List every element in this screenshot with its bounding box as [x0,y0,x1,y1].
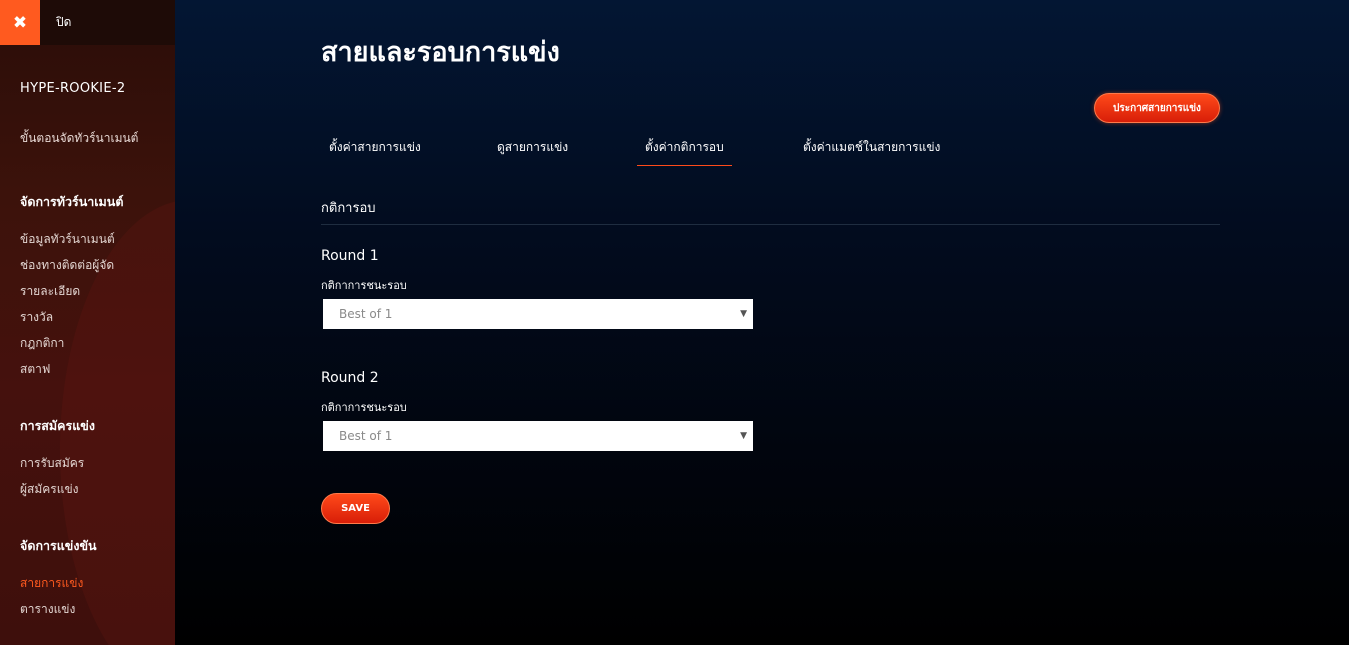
tab-view-bracket[interactable]: ดูสายการแข่ง [489,132,576,166]
select-value: Best of 1 [339,429,393,443]
field-label: กติกาการชนะรอบ [321,401,407,414]
tournament-name: HYPE-ROOKIE-2 [20,81,126,96]
save-button[interactable]: SAVE [321,493,390,524]
sidebar-item-rules[interactable]: กฎกติกา [20,330,175,356]
sidebar-item-staff[interactable]: สตาฟ [20,356,175,382]
sidebar-item-schedule[interactable]: ตารางแข่ง [20,596,175,622]
sidebar-section-title: จัดการทัวร์นาเมนต์ [20,194,124,209]
sidebar-section-title: จัดการแข่งขัน [20,538,97,553]
chevron-down-icon: ▼ [740,431,747,441]
sidebar: ✖ ปิด HYPE-ROOKIE-2 ขั้นตอนจัดทัวร์นาเมน… [0,0,175,645]
field-label: กติกาการชนะรอบ [321,279,407,292]
sidebar-section-title: การสมัครแข่ง [20,418,95,433]
section-divider [321,224,1220,225]
round-label: Round 2 [321,370,379,386]
page-title: สายและรอบการแข่ง [321,37,560,68]
tab-bracket-settings[interactable]: ตั้งค่าสายการแข่ง [321,132,429,166]
close-icon[interactable]: ✖ [0,0,40,45]
sidebar-list-competition: สายการแข่ง ตารางแข่ง [20,570,175,622]
tab-round-rules[interactable]: ตั้งค่ากติการอบ [637,132,732,166]
sidebar-list-manage: ข้อมูลทัวร์นาเมนต์ ช่องทางติดต่อผู้จัด ร… [20,226,175,382]
sidebar-item-steps[interactable]: ขั้นตอนจัดทัวร์นาเมนต์ [20,129,175,148]
round-2-win-rule-select[interactable]: Best of 1 ▼ [323,421,753,451]
sidebar-item-brackets[interactable]: สายการแข่ง [20,570,175,596]
section-title: กติการอบ [321,201,376,216]
sidebar-item-info[interactable]: ข้อมูลทัวร์นาเมนต์ [20,226,175,252]
select-value: Best of 1 [339,307,393,321]
sidebar-item-applicants[interactable]: ผู้สมัครแข่ง [20,476,175,502]
tab-match-settings[interactable]: ตั้งค่าแมตช์ในสายการแข่ง [795,132,948,166]
main-content: สายและรอบการแข่ง ประกาศสายการแข่ง ตั้งค่… [175,0,1349,645]
round-label: Round 1 [321,248,379,264]
sidebar-close-bar: ✖ ปิด [0,0,175,45]
sidebar-item-details[interactable]: รายละเอียด [20,278,175,304]
sidebar-list-registration: การรับสมัคร ผู้สมัครแข่ง [20,450,175,502]
round-1-win-rule-select[interactable]: Best of 1 ▼ [323,299,753,329]
close-label[interactable]: ปิด [56,13,71,32]
chevron-down-icon: ▼ [740,309,747,319]
sidebar-item-registration[interactable]: การรับสมัคร [20,450,175,476]
announce-bracket-button[interactable]: ประกาศสายการแข่ง [1094,93,1220,123]
sidebar-item-contact[interactable]: ช่องทางติดต่อผู้จัด [20,252,175,278]
sidebar-item-prizes[interactable]: รางวัล [20,304,175,330]
